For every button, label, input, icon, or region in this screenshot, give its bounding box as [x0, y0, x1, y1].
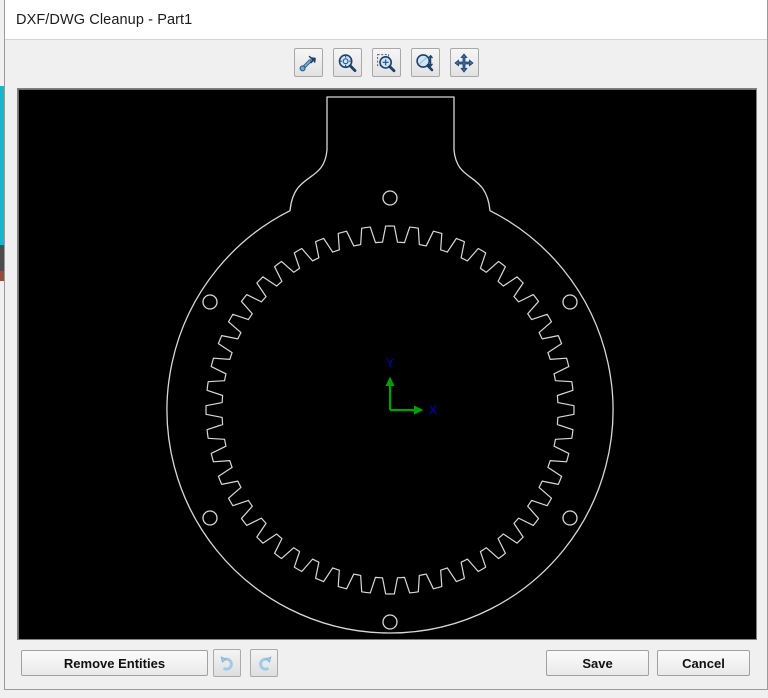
dxf-dwg-cleanup-window: DXF/DWG Cleanup - Part1 — [4, 0, 768, 690]
zoom-fit-icon — [337, 53, 357, 73]
mounting-hole — [203, 295, 217, 309]
undo-button[interactable] — [213, 649, 241, 677]
title-bar: DXF/DWG Cleanup - Part1 — [5, 0, 767, 40]
redo-arrow-icon — [255, 654, 274, 673]
cancel-button[interactable]: Cancel — [657, 650, 750, 676]
pick-select-icon — [298, 53, 318, 73]
action-bar: Remove Entities Save Cancel — [5, 645, 767, 689]
mounting-hole — [203, 511, 217, 525]
axis-y-label: Y — [386, 356, 394, 370]
save-button[interactable]: Save — [546, 650, 649, 676]
zoom-fit-tool[interactable] — [333, 48, 362, 77]
undo-arrow-icon — [218, 654, 237, 673]
dxf-drawing: X Y — [17, 88, 757, 640]
mounting-hole — [383, 191, 397, 205]
remove-entities-button[interactable]: Remove Entities — [21, 650, 208, 676]
origin-axis-indicator: X Y — [386, 356, 438, 417]
pan-tool[interactable] — [450, 48, 479, 77]
drawing-viewport[interactable]: X Y — [17, 88, 757, 640]
zoom-inout-tool[interactable] — [411, 48, 440, 77]
axis-x-label: X — [429, 403, 437, 417]
mounting-hole — [563, 295, 577, 309]
view-toolbar — [5, 40, 767, 85]
mounting-hole — [563, 511, 577, 525]
mounting-hole — [383, 615, 397, 629]
pan-move-icon — [454, 53, 474, 73]
redo-button[interactable] — [250, 649, 278, 677]
zoom-window-tool[interactable] — [372, 48, 401, 77]
select-entities-tool[interactable] — [294, 48, 323, 77]
window-title: DXF/DWG Cleanup - Part1 — [5, 12, 192, 28]
zoom-window-icon — [376, 53, 396, 73]
zoom-inout-icon — [415, 53, 435, 73]
